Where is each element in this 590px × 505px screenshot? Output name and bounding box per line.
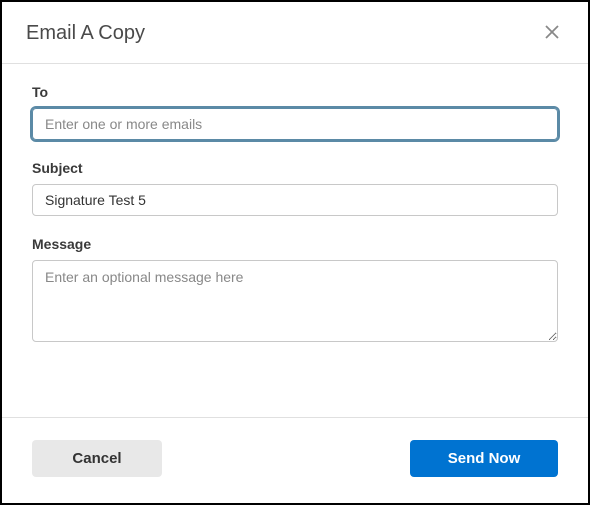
- dialog-body: To Subject Message: [2, 64, 588, 417]
- subject-field-group: Subject: [32, 160, 558, 216]
- close-button[interactable]: [540, 20, 564, 47]
- to-field-group: To: [32, 84, 558, 140]
- message-field-group: Message: [32, 236, 558, 347]
- email-copy-dialog: Email A Copy To Subject Message Cancel S…: [2, 2, 588, 503]
- dialog-title: Email A Copy: [26, 22, 145, 45]
- close-icon: [544, 24, 560, 43]
- dialog-footer: Cancel Send Now: [2, 417, 588, 503]
- cancel-button[interactable]: Cancel: [32, 440, 162, 477]
- subject-label: Subject: [32, 160, 558, 176]
- to-label: To: [32, 84, 558, 100]
- to-input[interactable]: [32, 108, 558, 140]
- subject-input[interactable]: [32, 184, 558, 216]
- message-label: Message: [32, 236, 558, 252]
- message-textarea[interactable]: [32, 260, 558, 342]
- send-now-button[interactable]: Send Now: [410, 440, 558, 477]
- dialog-header: Email A Copy: [2, 2, 588, 64]
